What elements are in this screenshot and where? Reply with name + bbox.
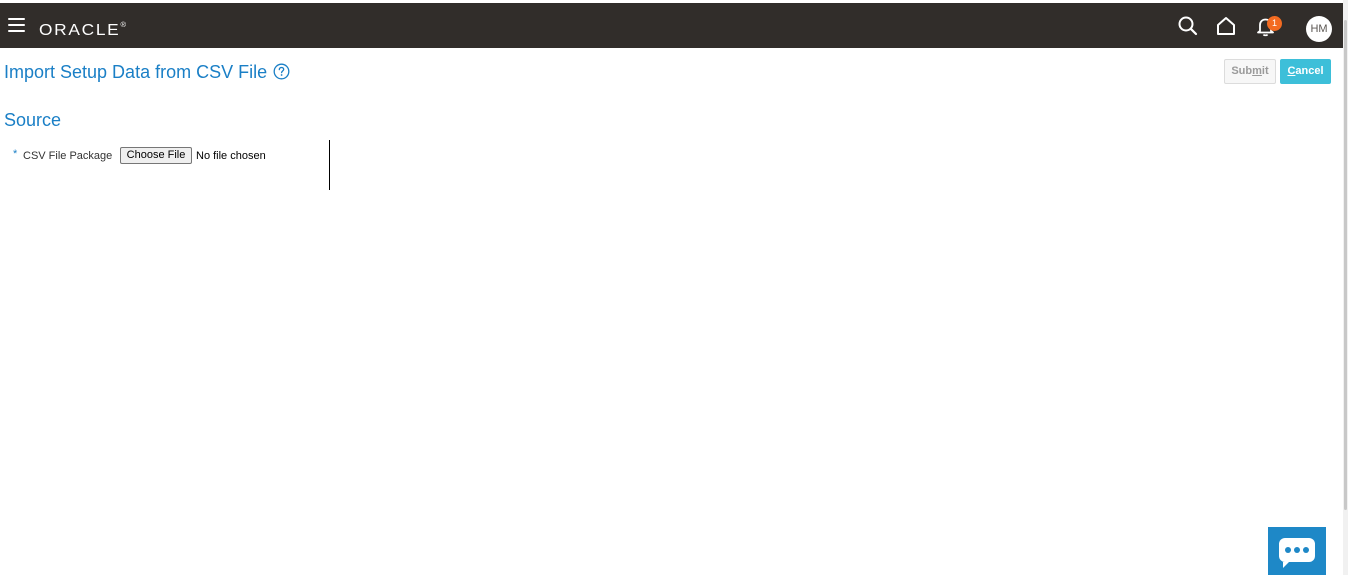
scrollbar-thumb[interactable] — [1344, 20, 1347, 510]
csv-file-package-label: CSV File Package — [23, 150, 113, 162]
page-title: Import Setup Data from CSV File — [4, 62, 268, 82]
required-marker: * — [13, 148, 18, 160]
user-avatar[interactable]: HM — [1306, 16, 1332, 42]
oracle-logo[interactable]: ORACLE® — [39, 16, 126, 41]
page: ORACLE® 1 HM Import Setup Data from CSV … — [0, 0, 1348, 575]
help-icon[interactable] — [273, 63, 290, 80]
chat-widget-button[interactable] — [1268, 527, 1326, 575]
region-divider — [329, 140, 330, 190]
global-header: ORACLE® 1 HM — [0, 3, 1343, 48]
source-section-title: Source — [4, 110, 62, 130]
search-icon[interactable] — [1177, 15, 1199, 37]
notification-badge: 1 — [1267, 16, 1282, 31]
choose-file-button[interactable]: Choose File — [120, 147, 192, 164]
submit-button[interactable]: Submit — [1224, 59, 1276, 84]
hamburger-menu-icon[interactable] — [8, 18, 25, 32]
cancel-button[interactable]: Cancel — [1280, 59, 1331, 84]
chat-bubble-icon — [1279, 538, 1315, 568]
file-status-text: No file chosen — [196, 150, 266, 162]
home-icon[interactable] — [1215, 15, 1237, 37]
